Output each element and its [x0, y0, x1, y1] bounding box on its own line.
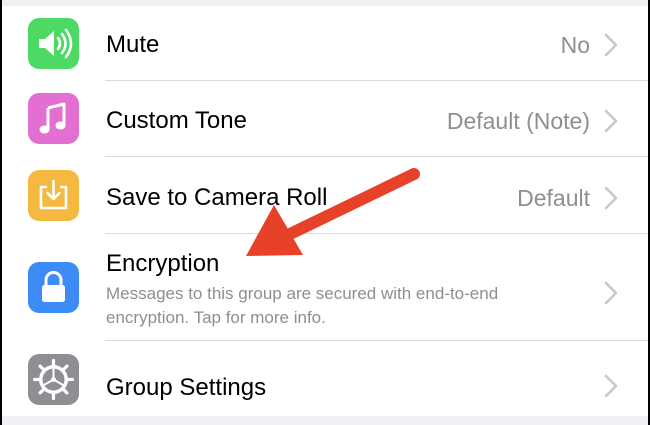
mute-row[interactable]: Mute No [2, 6, 648, 81]
group-settings-row[interactable]: Group Settings [2, 341, 648, 416]
chevron-right-icon [602, 186, 620, 210]
lock-icon [28, 262, 79, 313]
encryption-label: Encryption [106, 250, 220, 277]
encryption-row[interactable]: Encryption Messages to this group are se… [2, 234, 648, 341]
group-settings-label: Group Settings [106, 374, 267, 401]
save-to-camera-roll-label: Save to Camera Roll [106, 184, 328, 211]
download-icon [28, 170, 79, 221]
chevron-right-icon [602, 109, 620, 133]
mute-label: Mute [106, 31, 160, 58]
custom-tone-row[interactable]: Custom Tone Default (Note) [2, 81, 648, 157]
chevron-right-icon [602, 374, 620, 398]
gear-icon [28, 354, 79, 405]
music-note-icon [28, 93, 79, 144]
chevron-right-icon [602, 33, 620, 57]
save-to-camera-roll-row[interactable]: Save to Camera Roll Default [2, 157, 648, 234]
encryption-description: Messages to this group are secured with … [106, 284, 499, 327]
custom-tone-value: Default (Note) [446, 108, 590, 134]
mute-value: No [560, 32, 590, 58]
speaker-icon [28, 18, 79, 69]
settings-screen: Mute No Custom Tone Default (Note) Save … [2, 0, 648, 425]
save-to-camera-roll-value: Default [517, 185, 590, 211]
custom-tone-label: Custom Tone [106, 107, 247, 134]
settings-group: Mute No Custom Tone Default (Note) Save … [2, 6, 648, 416]
chevron-right-icon [602, 281, 620, 305]
